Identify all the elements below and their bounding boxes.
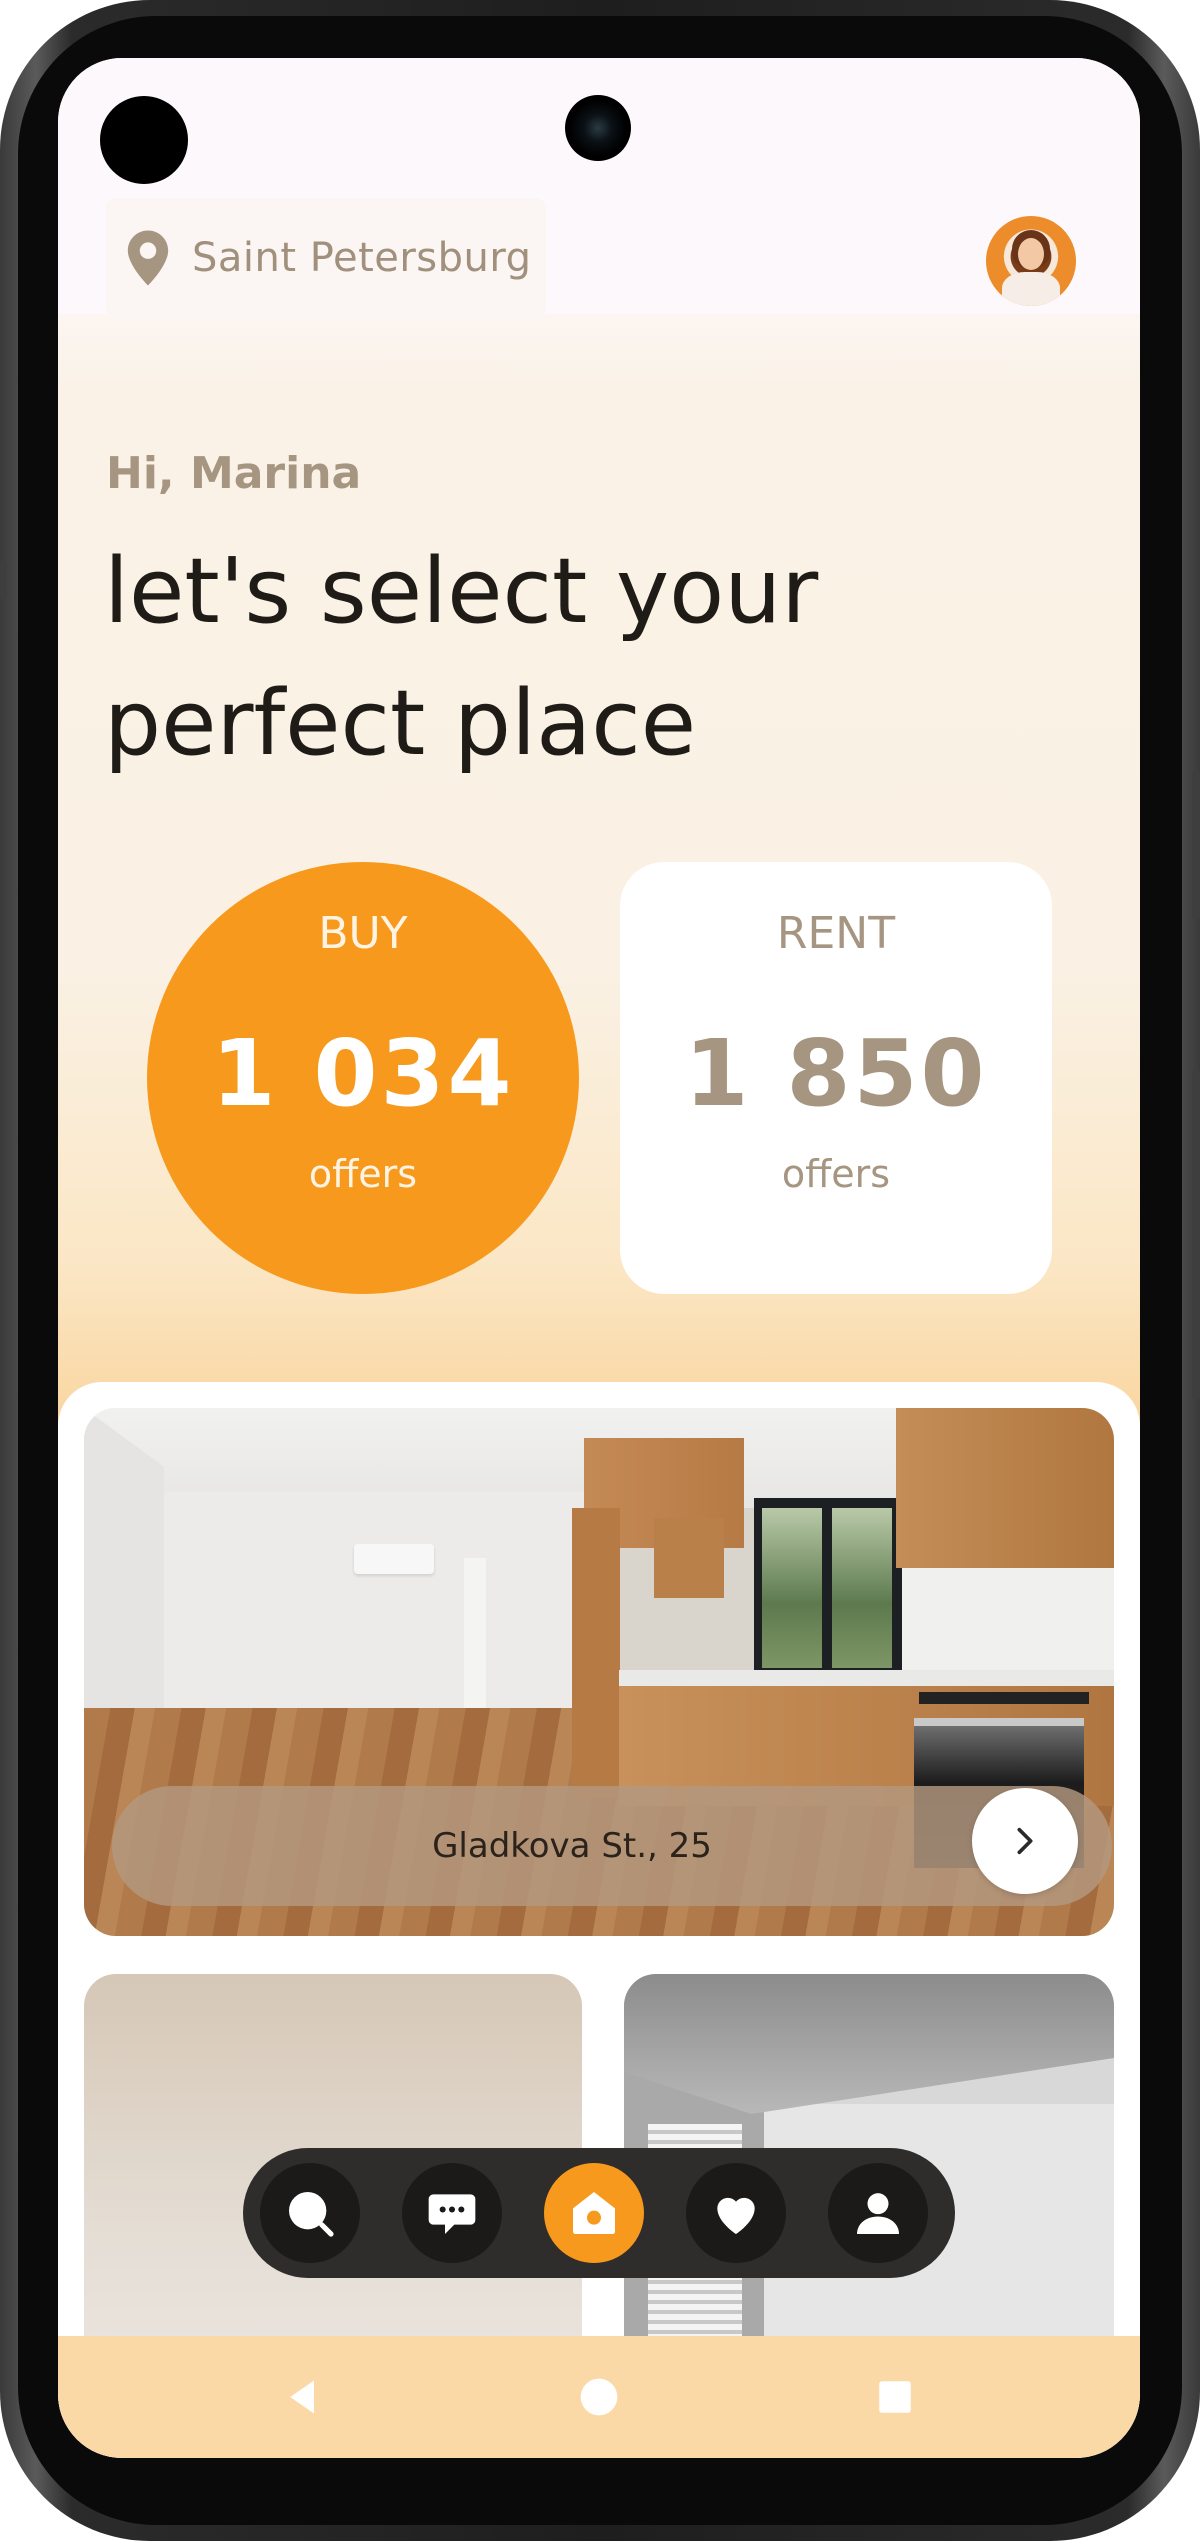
bottom-navigation [243,2148,955,2278]
side-button-top [1192,770,1200,920]
search-icon [289,2192,334,2237]
location-selector[interactable]: Saint Petersburg [106,198,546,318]
front-camera [565,95,631,161]
nav-favorites-button[interactable] [686,2163,786,2263]
photo-upper-cabinet-right [896,1408,1114,1568]
system-back-button[interactable] [278,2372,328,2422]
heart-icon [717,2197,755,2234]
system-home-button[interactable] [574,2372,624,2422]
photo-cabinet-pillar [572,1508,620,1798]
photo-window-pane [832,1508,892,1668]
recents-icon [879,2381,911,2413]
rent-offers-card[interactable]: RENT 1 850 offers [620,862,1052,1294]
greeting-text: Hi, Marina [106,448,362,499]
system-navigation-bar [58,2336,1140,2458]
photo-door [464,1558,486,1728]
photo-cabinet [654,1518,724,1598]
side-button-bottom [1192,1070,1200,1400]
map-pin-icon [127,230,169,286]
home-circle-icon [580,2378,618,2416]
camera-cutout [100,96,188,184]
home-icon [573,2192,615,2234]
open-listing-button[interactable] [972,1788,1078,1894]
page-headline: let's select your perfect place [104,526,1004,790]
listing-address: Gladkova St., 25 [432,1826,712,1866]
photo-air-conditioner [354,1544,434,1574]
system-recents-button[interactable] [870,2372,920,2422]
profile-icon [857,2193,899,2234]
buy-unit: offers [308,1152,418,1196]
avatar-face [1018,238,1044,270]
chevron-right-icon [1017,1827,1033,1855]
photo-cooktop [919,1692,1089,1704]
nav-chat-button[interactable] [402,2163,502,2263]
app-screen: Saint Petersburg Hi, Marina let's select… [58,58,1140,2458]
rent-count: 1 850 [684,1020,988,1127]
side-button-left [0,560,6,600]
rent-unit: offers [781,1152,891,1196]
photo-ceiling [624,1974,1114,2114]
back-icon [290,2380,314,2414]
headline-line-2: perfect place [104,671,697,776]
photo-window [754,1498,902,1678]
location-label: Saint Petersburg [192,235,532,281]
headline-line-1: let's select your [104,539,819,644]
photo-window-pane [762,1508,822,1668]
chat-icon [428,2194,476,2234]
user-avatar[interactable] [986,216,1076,306]
rent-label: RENT [776,908,896,959]
nav-profile-button[interactable] [828,2163,928,2263]
nav-home-button[interactable] [544,2163,644,2263]
photo-countertop [619,1670,1114,1686]
nav-search-button[interactable] [260,2163,360,2263]
buy-label: BUY [318,908,408,959]
buy-count: 1 034 [211,1020,515,1127]
listing-address-bar[interactable]: Gladkova St., 25 [112,1786,1112,1906]
featured-listing-card[interactable]: Gladkova St., 25 [84,1408,1114,1936]
buy-offers-card[interactable]: BUY 1 034 offers [147,862,579,1294]
avatar-shirt [1002,272,1060,306]
